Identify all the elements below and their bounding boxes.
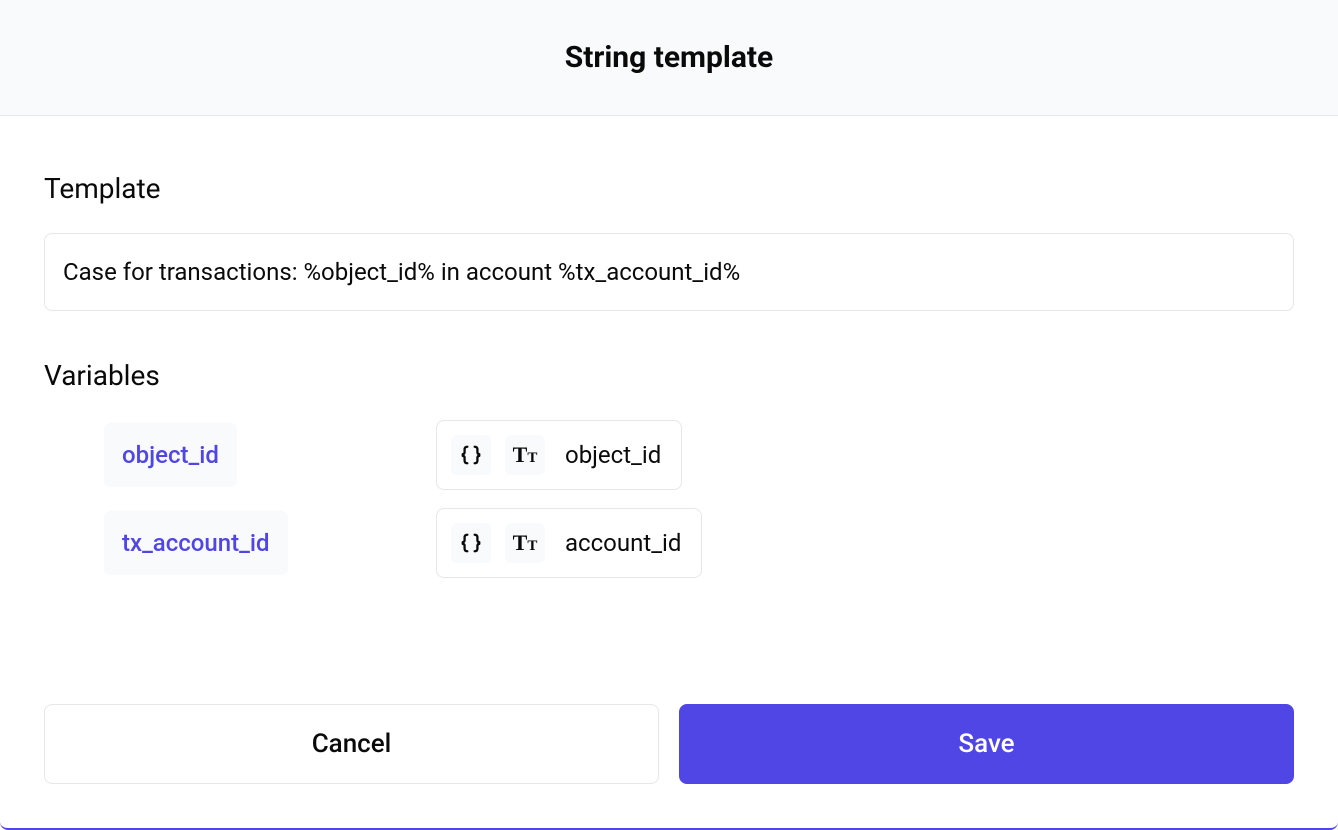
variable-name-col: tx_account_id — [104, 511, 404, 575]
modal-content: Template Variables object_id — [0, 116, 1338, 704]
variable-row: object_id TT object_id — [104, 420, 1294, 490]
variables-label: Variables — [44, 359, 1294, 392]
modal-footer: Cancel Save — [0, 704, 1338, 828]
braces-icon — [451, 435, 491, 475]
variable-name-chip[interactable]: tx_account_id — [104, 511, 288, 575]
modal-title: String template — [44, 40, 1294, 75]
cancel-button[interactable]: Cancel — [44, 704, 659, 784]
modal-header: String template — [0, 0, 1338, 116]
variable-name-chip[interactable]: object_id — [104, 423, 237, 487]
variable-value-box[interactable]: TT account_id — [436, 508, 702, 578]
text-type-icon: TT — [505, 523, 545, 563]
variable-name-text: tx_account_id — [122, 529, 270, 557]
braces-icon — [451, 523, 491, 563]
variables-section: Variables object_id — [44, 359, 1294, 660]
save-button[interactable]: Save — [679, 704, 1294, 784]
variable-row: tx_account_id TT accoun — [104, 508, 1294, 578]
text-type-icon: TT — [505, 435, 545, 475]
variables-list: object_id TT object_id — [44, 420, 1294, 578]
template-label: Template — [44, 172, 1294, 205]
variable-value-text: account_id — [559, 529, 681, 557]
string-template-modal: String template Template Variables objec… — [0, 0, 1338, 830]
template-input[interactable] — [44, 233, 1294, 311]
variable-value-box[interactable]: TT object_id — [436, 420, 682, 490]
variable-name-text: object_id — [122, 441, 219, 469]
variable-name-col: object_id — [104, 423, 404, 487]
variable-value-text: object_id — [559, 441, 661, 469]
